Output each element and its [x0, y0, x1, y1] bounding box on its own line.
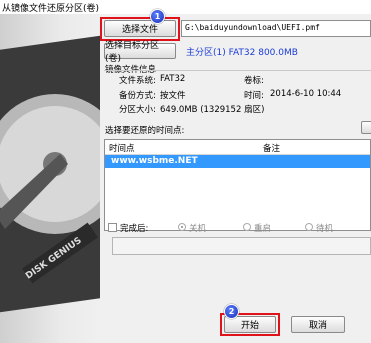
size-value: 649.0MB (1329152 扇区) [160, 105, 265, 115]
timepoint-browse-button[interactable] [361, 121, 371, 134]
title-bar: 从镜像文件还原分区(卷) [0, 0, 371, 14]
col-time-header: 时间点 [109, 144, 135, 154]
radio-standby[interactable] [305, 223, 313, 231]
radio-restart-label: 重启 [254, 224, 272, 234]
size-label: 分区大小: [119, 105, 156, 115]
hard-disk-icon: DISK GENIUS [0, 35, 100, 313]
list-item[interactable]: www.wsbme.NET [105, 155, 370, 168]
source-path-text: G:\baiduyundownload\UEFI.pmf [185, 23, 320, 32]
radio-standby-label: 待机 [316, 224, 334, 234]
backup-value: 按文件 [160, 91, 186, 101]
cancel-label: 取消 [308, 321, 327, 331]
radio-restart[interactable] [243, 223, 251, 231]
cancel-button[interactable]: 取消 [291, 316, 345, 333]
timepoint-label: 选择要还原的时间点: [105, 126, 185, 136]
choose-target-button[interactable]: 选择目标分区(卷) [104, 41, 176, 64]
fs-value: FAT32 [160, 74, 186, 84]
backup-label: 备份方式: [119, 91, 156, 101]
list-header: 时间点 备注 [105, 140, 370, 155]
time-label: 时间: [244, 91, 264, 101]
badge-2-text: 2 [228, 307, 235, 316]
disk-illustration: DISK GENIUS [0, 14, 100, 343]
time-value: 2014-6-10 10:44 [270, 89, 342, 99]
step-badge-1: 1 [150, 9, 165, 24]
step-badge-2: 2 [224, 304, 239, 319]
volume-label: 卷标: [244, 76, 264, 86]
source-path-field[interactable]: G:\baiduyundownload\UEFI.pmf [181, 20, 371, 37]
after-complete-checkbox[interactable] [108, 223, 117, 232]
window-title: 从镜像文件还原分区(卷) [2, 4, 100, 14]
list-item-text: www.wsbme.NET [111, 156, 198, 166]
radio-shutdown-label: 关机 [189, 224, 207, 234]
fs-label: 文件系统: [119, 76, 156, 86]
choose-target-label: 选择目标分区(卷) [105, 41, 160, 64]
badge-1-text: 1 [154, 12, 161, 21]
after-command-field[interactable] [112, 237, 371, 255]
radio-shutdown[interactable] [178, 223, 186, 231]
after-complete-label: 完成后: [120, 224, 149, 234]
col-note-header: 备注 [263, 144, 281, 154]
timepoint-list[interactable]: 时间点 备注 www.wsbme.NET [104, 139, 371, 231]
target-partition-text: 主分区(1) FAT32 800.0MB [186, 48, 298, 58]
divider [104, 70, 371, 71]
